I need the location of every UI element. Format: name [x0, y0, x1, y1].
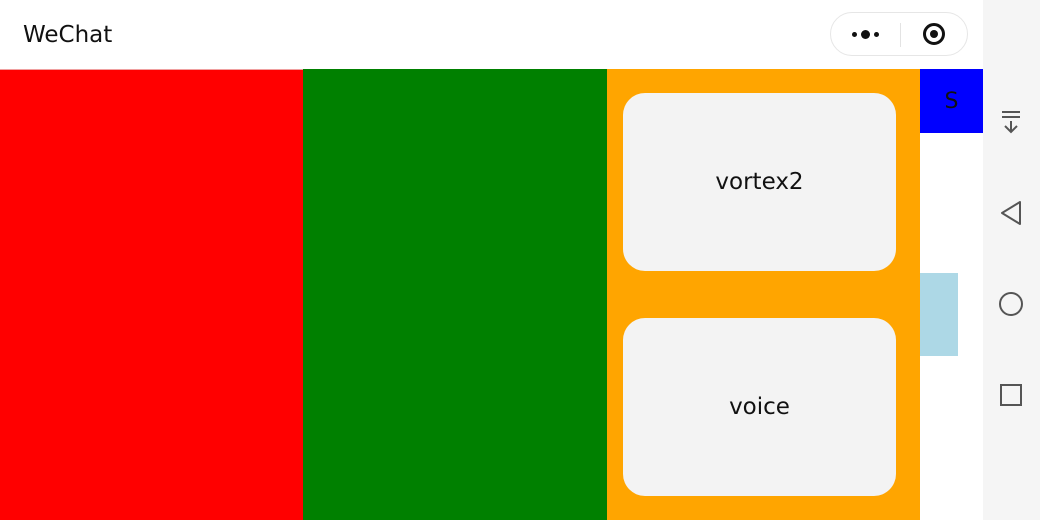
- vortex2-card[interactable]: vortex2: [623, 93, 896, 271]
- more-button[interactable]: [831, 13, 900, 55]
- close-miniprogram-button[interactable]: [901, 13, 968, 55]
- home-button[interactable]: [993, 286, 1029, 322]
- orange-panel: vortex2 voice: [607, 69, 920, 520]
- collapse-down-icon: [1002, 111, 1020, 134]
- recents-button[interactable]: [993, 377, 1029, 413]
- collapse-button[interactable]: [993, 104, 1029, 140]
- light-blue-block: [920, 273, 958, 356]
- screen: WeChat vortex2 voice S: [0, 0, 1040, 520]
- title-bar: WeChat: [0, 0, 983, 69]
- s-block[interactable]: S: [920, 69, 983, 133]
- recents-square-icon: [1000, 384, 1022, 406]
- content-area: vortex2 voice S: [0, 69, 983, 520]
- red-panel: [0, 69, 303, 520]
- app-title: WeChat: [23, 22, 113, 48]
- menu-capsule: [830, 12, 968, 56]
- system-nav-bar: [983, 0, 1040, 520]
- voice-card[interactable]: voice: [623, 318, 896, 496]
- back-triangle-icon: [1001, 201, 1021, 225]
- back-button[interactable]: [993, 195, 1029, 231]
- home-circle-icon: [999, 292, 1023, 316]
- green-panel: [303, 69, 607, 520]
